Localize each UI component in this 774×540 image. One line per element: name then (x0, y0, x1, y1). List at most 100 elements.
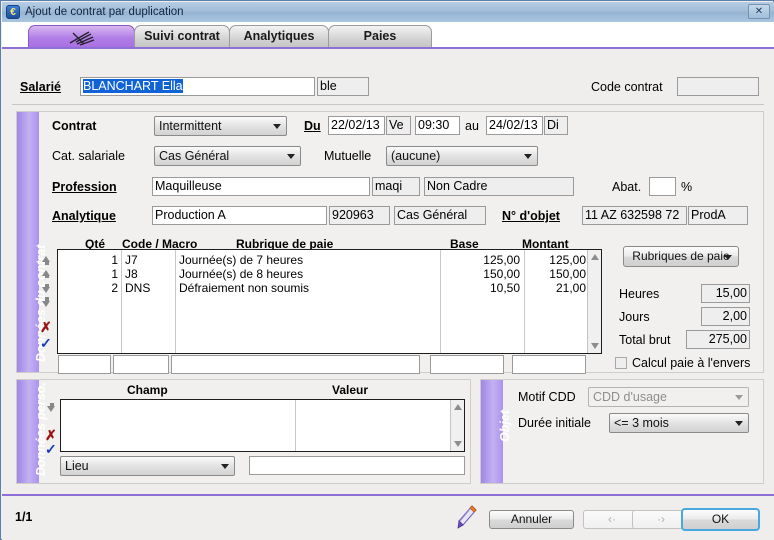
window-title: Ajout de contrat par duplication (25, 6, 184, 18)
payroll-grid[interactable]: 1 J7 Journée(s) de 7 heures 125,00 125,0… (57, 249, 602, 354)
table-row[interactable]: 1 J7 Journée(s) de 7 heures 125,00 125,0… (58, 253, 601, 267)
euro-icon: € (6, 5, 20, 19)
salarie-label: Salarié (20, 80, 62, 94)
calcul-envers-checkbox[interactable] (615, 357, 627, 369)
cat-salariale-select[interactable]: Cas Général (154, 146, 301, 166)
table-row[interactable]: 2 DNS Défraiement non soumis 10,50 21,00 (58, 281, 601, 295)
duree-initiale-value: <= 3 mois (614, 416, 669, 430)
delete-icon[interactable]: ✗ (40, 320, 52, 334)
salarie-input[interactable]: BLANCHART Ella (80, 77, 315, 96)
validate-icon[interactable]: ✓ (40, 336, 52, 350)
move-down-icon[interactable] (46, 402, 57, 413)
move-down-icon[interactable] (41, 283, 52, 294)
perso-header-champ: Champ (127, 383, 168, 397)
move-bottom-icon[interactable] (41, 297, 52, 308)
cat-salariale-value: Cas Général (159, 149, 230, 163)
close-icon[interactable]: ✕ (748, 4, 770, 19)
entry-qte-input[interactable] (58, 355, 111, 374)
motif-cdd-select[interactable]: CDD d'usage (588, 387, 749, 407)
statut-field: Non Cadre (424, 177, 574, 196)
profession-input[interactable]: Maquilleuse (152, 177, 370, 196)
contrat-select-value: Intermittent (159, 119, 222, 133)
objet-number-field[interactable]: 11 AZ 632598 72 (582, 206, 687, 225)
cell-montant: 21,00 (555, 281, 586, 295)
scroll-down-icon[interactable] (454, 441, 462, 447)
delete-icon[interactable]: ✗ (45, 428, 57, 442)
entry-montant-input[interactable] (512, 355, 586, 374)
perso-grid[interactable] (60, 399, 465, 452)
analytique-input[interactable]: Production A (152, 206, 327, 225)
profession-code-field[interactable]: maqi (372, 177, 420, 196)
cell-rubrique: Défraiement non soumis (179, 281, 310, 295)
heures-field[interactable]: 15,00 (701, 284, 750, 303)
table-row[interactable]: 1 J8 Journée(s) de 8 heures 150,00 150,0… (58, 267, 601, 281)
code-contrat-label: Code contrat (591, 80, 663, 94)
dialog-window: € Ajout de contrat par duplication ✕ Sui… (0, 0, 774, 540)
calcul-envers-label: Calcul paie à l'envers (632, 356, 751, 370)
cell-qte: 1 (111, 267, 118, 281)
chevron-down-icon (287, 154, 295, 159)
divider (12, 104, 764, 105)
move-up-icon[interactable] (41, 269, 52, 280)
tab-analytiques[interactable]: Analytiques (229, 25, 329, 48)
scroll-down-icon[interactable] (591, 343, 599, 349)
cell-code: J8 (125, 267, 138, 281)
perso-col-divider (295, 400, 296, 451)
contrat-select[interactable]: Intermittent (154, 116, 287, 136)
objet-side-tab: Objet (481, 380, 512, 483)
cell-qte: 1 (111, 253, 118, 267)
move-top-icon[interactable] (41, 255, 52, 266)
rubriques-de-paie-button[interactable]: Rubriques de paie (623, 246, 739, 267)
scroll-up-icon[interactable] (591, 254, 599, 260)
au-date-input[interactable]: 24/02/13 (486, 116, 543, 135)
tab-paies[interactable]: Paies (328, 25, 432, 48)
profession-label: Profession (52, 180, 117, 194)
pencil-icon[interactable] (454, 504, 478, 532)
tab-suivi-contrat[interactable]: Suivi contrat (134, 25, 230, 48)
chevron-down-icon (735, 421, 743, 426)
ok-button[interactable]: OK (681, 508, 760, 531)
salarie-code-field[interactable]: ble (317, 77, 369, 96)
tab-contrat[interactable] (28, 25, 135, 48)
code-contrat-field[interactable] (677, 77, 759, 96)
cancel-button[interactable]: Annuler (489, 510, 574, 529)
cell-code: J7 (125, 253, 138, 267)
objet-side-label: Objet (498, 410, 512, 442)
cat-salariale-label: Cat. salariale (52, 149, 125, 163)
abat-input[interactable] (649, 177, 676, 196)
perso-scrollbar[interactable] (450, 400, 464, 451)
du-date-input[interactable]: 22/02/13 (328, 116, 385, 135)
chevron-down-icon (724, 255, 732, 260)
chevron-down-icon (524, 154, 532, 159)
perso-field-value: Lieu (65, 459, 89, 473)
mutuelle-value: (aucune) (391, 149, 441, 163)
jours-field[interactable]: 2,00 (701, 307, 750, 326)
motif-cdd-label: Motif CDD (518, 390, 576, 404)
perso-field-select[interactable]: Lieu (60, 456, 235, 476)
scroll-up-icon[interactable] (454, 404, 462, 410)
analytique-label: Analytique (52, 209, 116, 223)
validate-icon[interactable]: ✓ (45, 442, 57, 456)
entry-code-input[interactable] (113, 355, 169, 374)
cell-base: 10,50 (489, 281, 520, 295)
du-time-input[interactable]: 09:30 (415, 116, 460, 135)
contrat-label: Contrat (52, 119, 97, 133)
au-day-field: Di (544, 116, 568, 135)
salarie-value: BLANCHART Ella (83, 79, 183, 93)
perso-value-input[interactable] (249, 456, 465, 475)
analytique-code-field[interactable]: 920963 (329, 206, 390, 225)
entry-base-input[interactable] (430, 355, 504, 374)
duree-initiale-select[interactable]: <= 3 mois (609, 413, 749, 433)
au-label: au (465, 119, 479, 133)
total-brut-field: 275,00 (686, 330, 750, 349)
total-brut-label: Total brut (619, 333, 671, 347)
du-label: Du (304, 119, 321, 133)
entry-rubrique-input[interactable] (171, 355, 420, 374)
objet-code-field[interactable]: ProdA (688, 206, 748, 225)
perso-side-tab: Données perso. (17, 380, 48, 483)
mutuelle-select[interactable]: (aucune) (386, 146, 538, 166)
grid-scrollbar[interactable] (587, 250, 601, 353)
cell-base: 150,00 (483, 267, 520, 281)
chevron-down-icon (735, 395, 743, 400)
rubriques-button-label: Rubriques de paie (632, 249, 730, 263)
